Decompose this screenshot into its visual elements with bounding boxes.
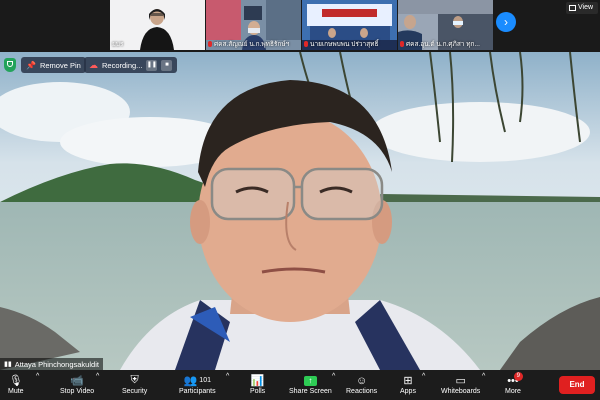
next-page-button[interactable]: › <box>496 12 516 32</box>
mute-label: Mute <box>8 388 24 395</box>
notification-badge: 9 <box>513 372 523 381</box>
muted-mic-icon <box>400 41 404 47</box>
share-screen-button[interactable]: ↑ Share Screen <box>289 373 332 395</box>
recording-label: Recording... <box>102 60 143 70</box>
meeting-toolbar: 🎙 Mute ^ 📹 Stop Video ^ ⛨ Security 👥 101 … <box>0 370 600 400</box>
recording-indicator: ☁ Recording... ❚❚ ■ <box>84 57 178 73</box>
view-button[interactable]: View <box>566 2 598 14</box>
chevron-up-icon[interactable]: ^ <box>36 373 39 380</box>
participant-label: ยบร <box>112 41 124 48</box>
whiteboard-icon: ▭ <box>455 375 466 387</box>
active-speaker-video: 📌 Remove Pin ☁ Recording... ❚❚ ■ ▮▮ Atta… <box>0 52 600 370</box>
polls-icon: 📊 <box>250 375 265 387</box>
speaker-name-tag: ▮▮ Attaya Phinchongsakuldit <box>0 358 103 370</box>
participant-label: ศคส.สัญณย์ น.ก.พุทธิรักษ์ฯ <box>214 41 290 48</box>
share-screen-icon: ↑ <box>303 375 317 386</box>
chevron-up-icon[interactable]: ^ <box>422 373 425 380</box>
participant-name: ศคส.อุน.ต์ น.ก.ศุภิสา ทุก... <box>400 39 480 49</box>
participant-video <box>110 0 205 50</box>
speaker-video-frame <box>0 52 600 370</box>
apps-label: Apps <box>400 388 416 395</box>
shield-icon: ⛨ <box>130 374 139 386</box>
whiteboards-button[interactable]: ▭ Whiteboards <box>441 373 480 395</box>
chevron-up-icon[interactable]: ^ <box>96 373 99 380</box>
participants-label: Participants <box>179 388 216 395</box>
stop-recording-button[interactable]: ■ <box>161 59 173 71</box>
participants-button[interactable]: 👥 101 Participants <box>179 373 216 395</box>
apps-button[interactable]: ⊞ Apps <box>400 373 416 395</box>
more-label: More <box>505 388 521 395</box>
speaker-name: Attaya Phinchongsakuldit <box>14 359 99 369</box>
pause-recording-button[interactable]: ❚❚ <box>146 59 158 71</box>
participants-icon: 👥 101 <box>183 375 211 387</box>
mute-button[interactable]: 🎙 Mute <box>8 373 24 395</box>
participant-tile[interactable]: นายเกษพบพน ปร่วาสุทธิ์ <box>302 0 397 50</box>
stop-video-button[interactable]: 📹 Stop Video <box>60 373 94 395</box>
polls-button[interactable]: 📊 Polls <box>250 373 265 395</box>
reactions-label: Reactions <box>346 388 378 395</box>
reactions-button[interactable]: ☺ Reactions <box>346 373 378 396</box>
chevron-up-icon[interactable]: ^ <box>226 373 229 380</box>
video-camera-icon: 📹 <box>70 375 84 387</box>
chevron-up-icon[interactable]: ^ <box>482 373 485 380</box>
microphone-icon: 🎙 <box>8 375 23 387</box>
participant-label: นายเกษพบพน ปร่วาสุทธิ์ <box>310 41 379 48</box>
chevron-up-icon[interactable]: ^ <box>332 373 335 380</box>
more-button[interactable]: ••• 9 More <box>505 372 523 395</box>
participant-name: ศคส.สัญณย์ น.ก.พุทธิรักษ์ฯ <box>208 39 289 49</box>
participant-name: ยบร <box>112 39 123 49</box>
apps-icon: ⊞ <box>403 375 413 387</box>
pin-icon: 📌 <box>26 60 36 70</box>
stop-video-label: Stop Video <box>60 388 95 395</box>
security-label: Security <box>122 388 148 395</box>
whiteboards-label: Whiteboards <box>441 388 481 395</box>
security-shield-icon[interactable] <box>4 58 16 72</box>
remove-pin-label: Remove Pin <box>39 60 81 70</box>
chevron-right-icon: › <box>504 15 508 29</box>
share-screen-label: Share Screen <box>289 388 332 395</box>
muted-mic-icon <box>208 41 212 47</box>
grid-icon <box>569 5 576 11</box>
participant-tile[interactable]: ศคส.อุน.ต์ น.ก.ศุภิสา ทุก... <box>398 0 493 50</box>
polls-label: Polls <box>250 388 266 395</box>
remove-pin-button[interactable]: 📌 Remove Pin <box>21 57 86 73</box>
audio-level-icon: ▮▮ <box>4 361 12 368</box>
view-label: View <box>578 4 594 11</box>
smiley-icon: ☺ <box>355 374 368 387</box>
security-button[interactable]: ⛨ Security <box>122 373 147 395</box>
end-meeting-button[interactable]: End <box>559 376 595 394</box>
more-icon: ••• 9 <box>507 372 523 388</box>
participant-tile[interactable]: ศคส.สัญณย์ น.ก.พุทธิรักษ์ฯ <box>206 0 301 50</box>
participant-tile[interactable]: ยบร <box>110 0 205 50</box>
cloud-icon: ☁ <box>89 59 98 70</box>
participant-name: นายเกษพบพน ปร่วาสุทธิ์ <box>304 39 378 49</box>
participants-count: 101 <box>199 377 211 384</box>
participant-label: ศคส.อุน.ต์ น.ก.ศุภิสา ทุก... <box>406 41 480 48</box>
muted-mic-icon <box>304 41 308 47</box>
gallery-strip: ยบร ศคส.สัญณย์ น.ก.พุทธิรักษ์ฯ นายเกษพบพ… <box>0 0 600 52</box>
